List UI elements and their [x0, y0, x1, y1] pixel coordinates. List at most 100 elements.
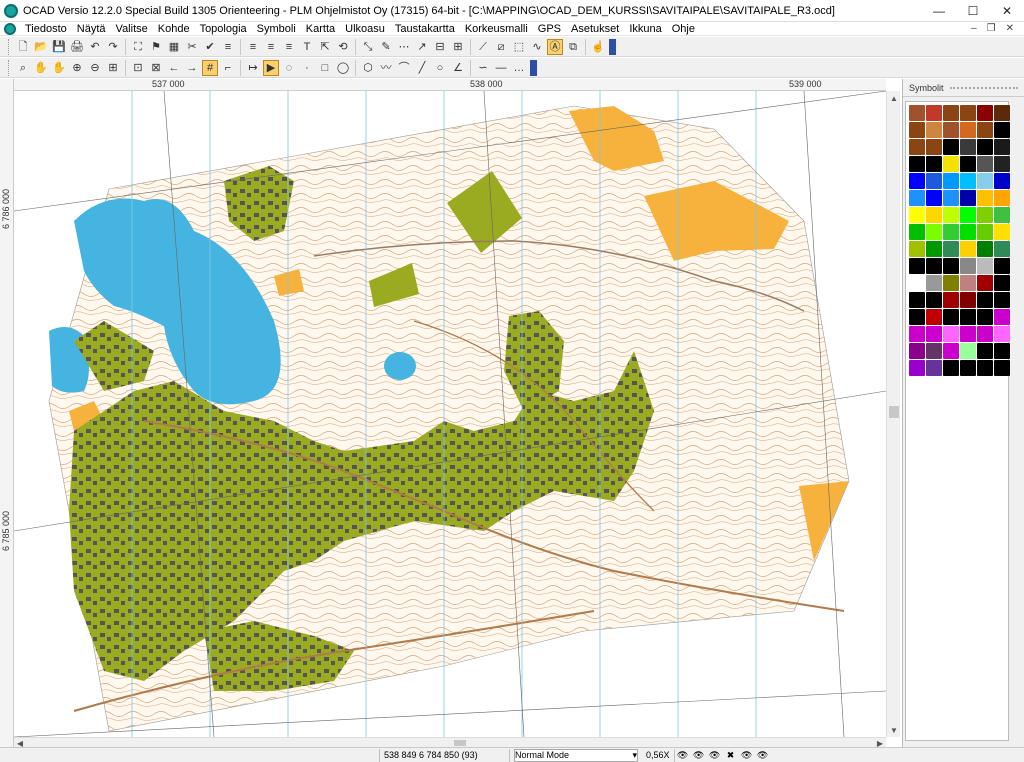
draw-arrow-icon[interactable]: ↦ [245, 60, 261, 76]
menu-item-ulkoasu[interactable]: Ulkoasu [340, 22, 390, 36]
symbol-swatch[interactable] [960, 190, 976, 206]
smooth-icon[interactable]: ∿ [529, 39, 545, 55]
symbol-swatch[interactable] [977, 173, 993, 189]
hand-icon[interactable]: ☝ [590, 39, 606, 55]
symbol-swatch[interactable] [960, 292, 976, 308]
help-icon[interactable]: ⚑ [148, 39, 164, 55]
justify-icon[interactable]: ≡ [281, 39, 297, 55]
symbol-swatch[interactable] [960, 139, 976, 155]
symbol-swatch[interactable] [943, 207, 959, 223]
freehand-icon[interactable]: 〰 [378, 60, 394, 76]
angle-icon[interactable]: ∠ [450, 60, 466, 76]
overlap-icon[interactable]: ⧉ [565, 39, 581, 55]
circle-icon[interactable]: ○ [432, 60, 448, 76]
symbol-swatch[interactable] [943, 309, 959, 325]
menu-item-korkeusmalli[interactable]: Korkeusmalli [460, 22, 533, 36]
scroll-up-icon[interactable]: ▲ [887, 91, 901, 105]
symbol-swatch[interactable] [977, 207, 993, 223]
zoom-in-icon[interactable]: ⊕ [69, 60, 85, 76]
vertical-scrollbar[interactable]: ▲ ▼ [886, 91, 900, 737]
symbol-swatch[interactable] [926, 207, 942, 223]
symbol-swatch[interactable] [960, 343, 976, 359]
hand-icon[interactable]: ✋ [51, 60, 67, 76]
forward-icon[interactable]: → [184, 60, 200, 76]
symbol-swatch[interactable] [977, 343, 993, 359]
symbol-swatch[interactable] [977, 139, 993, 155]
symbol-swatch[interactable] [994, 343, 1010, 359]
symbol-swatch[interactable] [909, 173, 925, 189]
color-icon[interactable]: ▦ [166, 39, 182, 55]
symbol-swatch[interactable] [977, 241, 993, 257]
symbol-swatch[interactable] [977, 292, 993, 308]
toolbar-options-icon[interactable] [530, 59, 537, 76]
doc-minimize-button[interactable]: – [971, 23, 977, 34]
symbol-swatch[interactable] [909, 190, 925, 206]
symbol-swatch[interactable] [909, 326, 925, 342]
cut-line-icon[interactable]: ⟋ [475, 39, 491, 55]
save-icon[interactable]: 💾 [51, 39, 67, 55]
panel-grip[interactable] [949, 87, 1018, 89]
symbol-swatch[interactable] [926, 343, 942, 359]
measure-icon[interactable]: ✎ [378, 39, 394, 55]
symbol-swatch[interactable] [960, 241, 976, 257]
menu-item-ikkuna[interactable]: Ikkuna [624, 22, 666, 36]
symbol-swatch[interactable] [977, 156, 993, 172]
symbol-swatch[interactable] [909, 360, 925, 376]
undo-icon[interactable]: ↶ [87, 39, 103, 55]
more-icon[interactable]: … [511, 60, 527, 76]
menu-item-gps[interactable]: GPS [533, 22, 566, 36]
symbol-swatch[interactable] [926, 224, 942, 240]
symbol-swatch[interactable] [994, 156, 1010, 172]
symbol-swatch[interactable] [994, 190, 1010, 206]
symbol-swatch[interactable] [926, 326, 942, 342]
symbol-swatch[interactable] [909, 156, 925, 172]
move-icon[interactable]: ⇱ [317, 39, 333, 55]
symbol-swatch[interactable] [943, 292, 959, 308]
symbol-swatch[interactable] [926, 139, 942, 155]
merge-icon[interactable]: ⬚ [511, 39, 527, 55]
symbol-swatch[interactable] [960, 224, 976, 240]
symbol-swatch[interactable] [943, 105, 959, 121]
symbol-swatch[interactable] [994, 258, 1010, 274]
zoom-box-icon[interactable]: ⊞ [105, 60, 121, 76]
symbol-swatch[interactable] [909, 224, 925, 240]
symbol-swatch[interactable] [960, 156, 976, 172]
straight-icon[interactable]: ╱ [414, 60, 430, 76]
spline-icon[interactable]: ∽ [475, 60, 491, 76]
symbol-swatch[interactable] [926, 156, 942, 172]
doc-close-button[interactable]: ✕ [1006, 23, 1014, 34]
symbol-swatch[interactable] [960, 173, 976, 189]
open-icon[interactable]: 📂 [33, 39, 49, 55]
check-icon[interactable]: ✔ [202, 39, 218, 55]
symbol-panel-scrollbar[interactable] [1011, 101, 1023, 741]
minimize-button[interactable]: — [922, 0, 956, 22]
symbol-swatch[interactable] [977, 309, 993, 325]
symbol-swatch[interactable] [926, 360, 942, 376]
cut-icon[interactable]: ✂ [184, 39, 200, 55]
menu-item-tiedosto[interactable]: Tiedosto [20, 22, 72, 36]
rotate-icon[interactable]: ⟲ [335, 39, 351, 55]
symbol-swatch[interactable] [977, 258, 993, 274]
symbol-swatch[interactable] [926, 173, 942, 189]
reshape-icon[interactable]: ⋯ [396, 39, 412, 55]
text-icon[interactable]: T [299, 39, 315, 55]
symbol-swatch[interactable] [960, 105, 976, 121]
snap-icon[interactable]: ⌐ [220, 60, 236, 76]
symbol-swatch[interactable] [994, 139, 1010, 155]
crop-icon[interactable]: ⊞ [450, 39, 466, 55]
symbol-swatch[interactable] [960, 258, 976, 274]
rect-icon[interactable]: □ [317, 60, 333, 76]
symbol-swatch[interactable] [943, 343, 959, 359]
symbol-swatch[interactable] [960, 326, 976, 342]
symbol-swatch[interactable] [909, 241, 925, 257]
zoom-level[interactable]: 0,56X [642, 748, 675, 762]
cut-area-icon[interactable]: ⧄ [493, 39, 509, 55]
symbol-swatch[interactable] [994, 241, 1010, 257]
fit-icon[interactable]: ⛶ [130, 39, 146, 55]
menu-item-kohde[interactable]: Kohde [153, 22, 195, 36]
symbol-swatch[interactable] [943, 156, 959, 172]
symbol-swatch[interactable] [909, 343, 925, 359]
zoom-page-icon[interactable]: ⊠ [148, 60, 164, 76]
scale-icon[interactable]: ⤡ [360, 39, 376, 55]
symbol-swatch[interactable] [994, 105, 1010, 121]
